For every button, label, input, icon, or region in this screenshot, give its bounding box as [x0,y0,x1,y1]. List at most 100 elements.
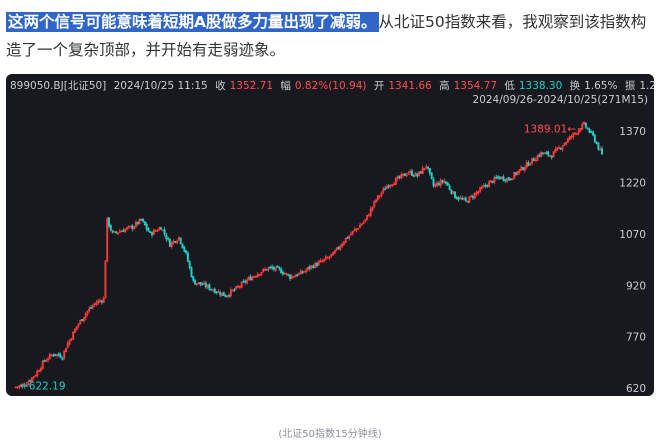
candle-body [448,185,451,190]
candle-body [188,261,191,268]
candle-body [597,142,600,150]
candle-body [428,168,431,174]
candle-body [108,217,110,227]
candle-body [115,231,118,234]
candle-body [437,182,440,186]
candle-body [183,246,186,252]
candle-body [287,273,290,276]
candle-body [497,176,500,179]
candle-body [181,243,184,249]
candle-body [315,263,318,266]
candle-body [281,271,284,275]
candle-body [165,234,168,240]
candle-body [507,177,510,181]
candle-body [81,319,84,322]
candle-body [432,178,435,187]
candle-body [244,280,247,283]
candle-body [509,178,512,181]
candle-body [194,280,197,285]
candle-body [43,360,46,362]
candle-body [446,182,449,186]
candle-body [272,267,275,270]
candle-body [296,274,299,277]
candle-body [147,227,150,232]
candle-body [308,266,311,269]
candle-body [276,265,279,268]
candle-body [514,172,517,175]
candle-body [595,142,598,145]
candle-body [590,131,593,133]
candle-body [498,176,501,180]
y-tick-label: 1370 [619,126,646,138]
candle-body [538,154,541,157]
candle-body [143,221,146,226]
candle-body [192,276,195,281]
candle-body [419,171,422,174]
candle-body [491,180,494,183]
candle-body [412,175,415,177]
candle-body [455,196,458,199]
candle-body [122,230,125,233]
max-annotation: 1389.01← [524,124,576,136]
candle-body [145,223,148,230]
candle-body [52,354,55,357]
candle-body [541,152,544,155]
candle-body [149,231,152,234]
candle-body [163,229,166,235]
candle-body [289,274,292,279]
candle-body [484,184,487,187]
candle-body [592,131,595,136]
candle-body [224,295,227,298]
candle-body [131,225,134,230]
candle-body [522,167,525,171]
candle-body [403,173,406,177]
candle-body [111,230,114,233]
candle-body [57,353,60,356]
candle-body [532,158,535,161]
candle-body [337,247,340,249]
candlestick-plot: 1370 1220 1070 920 770 620 1389.01← ←622.19 [14,121,646,395]
candle-body [466,200,469,203]
figure-caption: (北证50指数15分钟线) [278,429,382,440]
candle-body [502,176,505,181]
kline-chart-card: 899050.BJ[北证50] 2024/10/25 11:15 收 1352.7… [6,74,654,396]
candle-body [312,265,315,269]
candle-body [588,128,591,133]
candle-body [593,134,596,143]
candle-body [59,354,62,359]
candle-body [219,292,222,296]
candle-body [454,191,456,199]
candle-body [416,173,419,177]
y-tick-label: 770 [626,332,646,344]
candle-body [213,288,216,294]
candle-body [486,184,489,187]
candle-body [151,231,154,236]
candle-body [136,221,139,225]
candle-body [387,185,390,188]
candle-body [199,282,202,285]
candle-body [160,227,162,230]
candle-body [547,151,550,156]
candle-body [269,266,272,269]
candle-body [210,288,213,291]
candle-body [346,237,349,239]
candle-body [471,196,474,198]
candle-body [201,283,204,286]
candle-body [109,225,112,231]
candle-body [278,267,281,270]
candle-body [186,252,189,262]
candle-body [215,291,218,294]
candle-body [450,189,453,194]
candle-body [410,170,413,176]
candle-body [384,188,387,191]
candle-body [441,180,444,183]
candle-body [545,152,548,154]
y-tick-label: 620 [626,383,646,395]
candle-body [550,155,553,158]
candle-body [222,291,225,297]
candle-body [185,250,188,253]
candle-body [527,162,530,166]
candle-body [242,280,245,283]
candle-body [445,181,448,184]
candle-body [457,197,460,200]
